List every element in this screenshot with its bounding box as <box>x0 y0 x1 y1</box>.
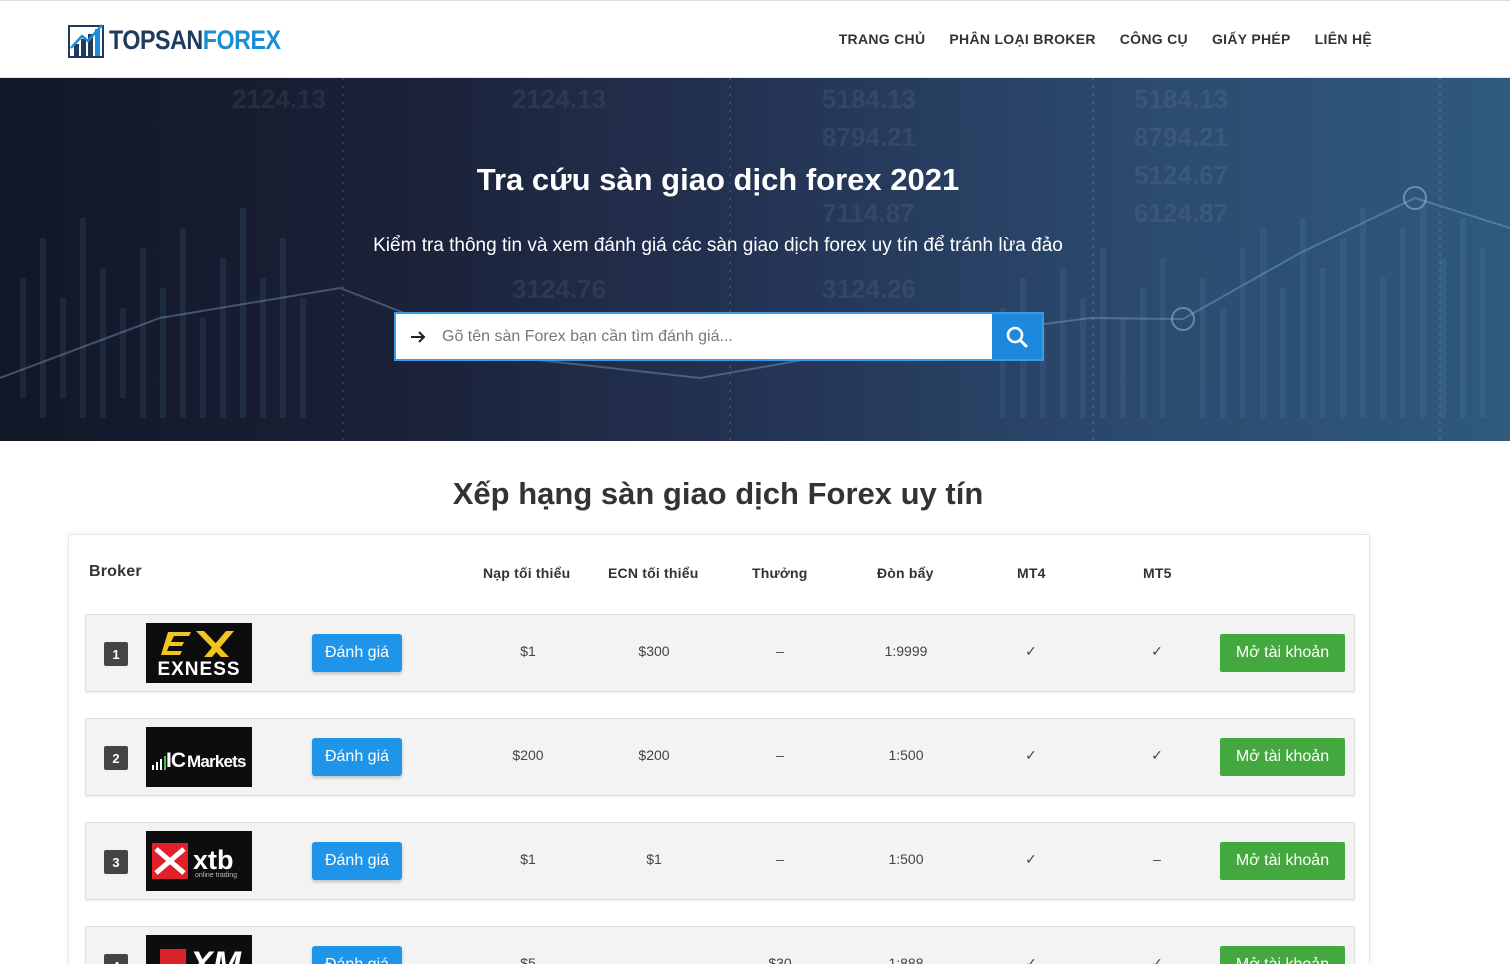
bonus-value: $30 <box>768 955 792 964</box>
search-icon <box>1006 326 1028 347</box>
table-row: 2 IC Markets Đánh giá $200 $200 – 1:500 … <box>85 718 1355 796</box>
xm-logo[interactable]: XM <box>146 935 252 964</box>
open-account-button[interactable]: Mở tài khoản <box>1220 634 1345 672</box>
logo-text: TOPSANFOREX <box>109 25 281 56</box>
nav-licenses[interactable]: GIẤY PHÉP <box>1212 31 1291 47</box>
nav-contact[interactable]: LIÊN HỆ <box>1315 31 1372 47</box>
mt4-value: ✓ <box>1025 851 1037 867</box>
chart-logo-icon <box>68 22 105 58</box>
table-row: 1 EXNESS Đánh giá $1 $300 – 1:9999 ✓ ✓ M… <box>85 614 1355 692</box>
header-mt4: MT4 <box>1017 565 1046 581</box>
rank-badge: 4 <box>104 954 128 964</box>
svg-text:6124.87: 6124.87 <box>1134 198 1228 228</box>
arrow-right-icon <box>411 331 426 343</box>
header-ecn-min: ECN tối thiểu <box>608 565 699 581</box>
svg-text:7114.87: 7114.87 <box>822 198 915 228</box>
xtb-logo[interactable]: xtb online trading <box>146 831 252 891</box>
broker-search-bar <box>394 312 1044 361</box>
ecn-min-value: $1 <box>646 851 662 867</box>
bonus-value: – <box>776 747 784 763</box>
header-mt5: MT5 <box>1143 565 1172 581</box>
review-button[interactable]: Đánh giá <box>312 738 402 776</box>
mt4-value: ✓ <box>1025 643 1037 659</box>
search-button[interactable] <box>992 314 1042 359</box>
exness-logo[interactable]: EXNESS <box>146 623 252 683</box>
hero-banner: 2124.13 2124.13 5184.13 8794.21 7114.87 … <box>0 78 1510 441</box>
bonus-value: – <box>776 851 784 867</box>
broker-ranking-table: Broker Nạp tối thiểu ECN tối thiểu Thưởn… <box>68 534 1370 964</box>
mt5-value: ✓ <box>1151 643 1163 659</box>
mt5-value: – <box>1153 851 1161 867</box>
min-deposit-value: $200 <box>512 747 544 763</box>
logo-text-topsan: TOPSAN <box>109 24 203 55</box>
open-account-button[interactable]: Mở tài khoản <box>1220 738 1345 776</box>
header-broker: Broker <box>89 563 142 580</box>
rank-badge: 1 <box>104 642 128 666</box>
ecn-min-value: $200 <box>638 747 670 763</box>
site-header: TOPSANFOREX TRANG CHỦ PHÂN LOẠI BROKER C… <box>0 0 1510 78</box>
bonus-value: – <box>776 643 784 659</box>
main-nav: TRANG CHỦ PHÂN LOẠI BROKER CÔNG CỤ GIẤY … <box>839 31 1372 47</box>
header-min-deposit: Nạp tối thiểu <box>483 565 571 581</box>
svg-text:IC: IC <box>166 749 186 772</box>
mt4-value: ✓ <box>1025 747 1037 763</box>
svg-text:EXNESS: EXNESS <box>157 659 240 680</box>
svg-text:XM: XM <box>188 945 242 964</box>
svg-text:8794.21: 8794.21 <box>822 122 916 152</box>
svg-text:5184.13: 5184.13 <box>1134 84 1228 114</box>
table-row: 4 XM Đánh giá $5 $30 1:888 ✓ ✓ Mở tài kh… <box>85 926 1355 964</box>
hero-subtitle: Kiểm tra thông tin và xem đánh giá các s… <box>373 235 1063 256</box>
open-account-button[interactable]: Mở tài khoản <box>1220 946 1345 964</box>
hero-background-chart: 2124.13 2124.13 5184.13 8794.21 7114.87 … <box>0 78 1510 441</box>
open-account-button[interactable]: Mở tài khoản <box>1220 842 1345 880</box>
search-input[interactable] <box>442 324 972 350</box>
mt5-value: ✓ <box>1151 747 1163 763</box>
ranking-title: Xếp hạng sàn giao dịch Forex uy tín <box>452 476 984 511</box>
header-bonus: Thưởng <box>752 565 808 581</box>
site-logo[interactable]: TOPSANFOREX <box>68 21 309 59</box>
min-deposit-value: $1 <box>520 851 536 867</box>
header-leverage: Đòn bẩy <box>877 565 934 581</box>
review-button[interactable]: Đánh giá <box>312 946 402 964</box>
ic-markets-logo[interactable]: IC Markets <box>146 727 252 787</box>
min-deposit-value: $1 <box>520 643 536 659</box>
mt5-value: ✓ <box>1151 955 1163 964</box>
svg-text:3124.76: 3124.76 <box>512 274 606 304</box>
rank-badge: 3 <box>104 850 128 874</box>
svg-text:2124.13: 2124.13 <box>512 84 606 114</box>
svg-text:xtb: xtb <box>193 845 234 875</box>
review-button[interactable]: Đánh giá <box>312 634 402 672</box>
nav-broker-categories[interactable]: PHÂN LOẠI BROKER <box>949 31 1095 47</box>
min-deposit-value: $5 <box>520 955 536 964</box>
ecn-min-value: $300 <box>638 643 670 659</box>
svg-text:3124.26: 3124.26 <box>822 274 916 304</box>
leverage-value: 1:500 <box>888 747 924 763</box>
mt4-value: ✓ <box>1025 955 1037 964</box>
hero-title: Tra cứu sàn giao dịch forex 2021 <box>476 162 960 197</box>
leverage-value: 1:9999 <box>884 643 928 659</box>
svg-text:8794.21: 8794.21 <box>1134 122 1228 152</box>
table-row: 3 xtb online trading Đánh giá $1 $1 – 1:… <box>85 822 1355 900</box>
leverage-value: 1:888 <box>888 955 924 964</box>
leverage-value: 1:500 <box>888 851 924 867</box>
svg-text:online trading: online trading <box>195 872 237 879</box>
logo-text-forex: FOREX <box>202 24 281 55</box>
svg-text:2124.13: 2124.13 <box>232 84 326 114</box>
review-button[interactable]: Đánh giá <box>312 842 402 880</box>
rank-badge: 2 <box>104 746 128 770</box>
nav-tools[interactable]: CÔNG CỤ <box>1120 31 1188 47</box>
svg-text:Markets: Markets <box>187 752 246 771</box>
svg-text:5184.13: 5184.13 <box>822 84 916 114</box>
nav-home[interactable]: TRANG CHỦ <box>839 31 926 47</box>
